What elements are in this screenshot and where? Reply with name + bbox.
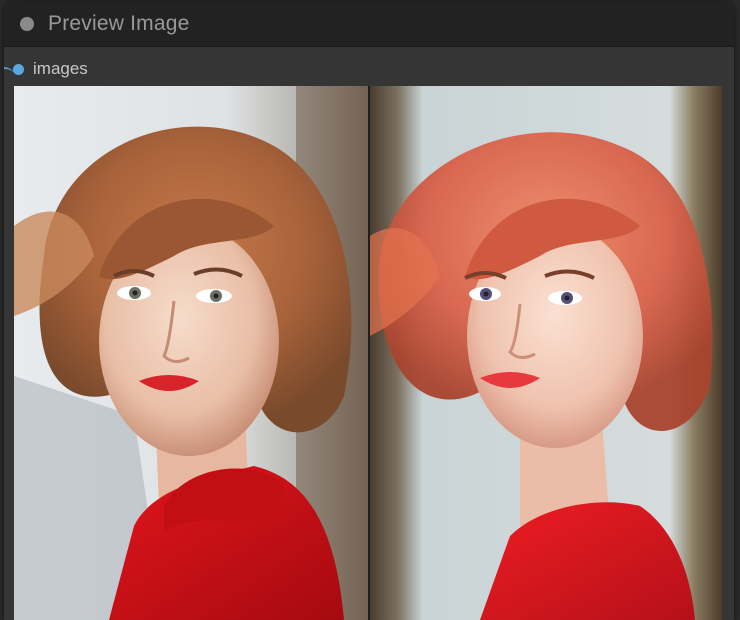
node-titlebar[interactable]: Preview Image — [4, 2, 734, 47]
preview-image-2[interactable] — [370, 86, 722, 620]
preview-image-1[interactable] — [14, 86, 368, 620]
portrait-photo-1 — [14, 86, 368, 620]
collapse-dot-icon[interactable] — [20, 17, 34, 31]
portrait-painting-2 — [370, 86, 722, 620]
input-slot-images[interactable]: images — [4, 56, 88, 82]
image-preview-area[interactable] — [14, 86, 722, 620]
node-title: Preview Image — [48, 12, 190, 35]
slot-connector-icon[interactable] — [13, 63, 24, 75]
slot-label: images — [33, 59, 88, 78]
preview-image-node[interactable]: Preview Image images — [4, 2, 734, 620]
